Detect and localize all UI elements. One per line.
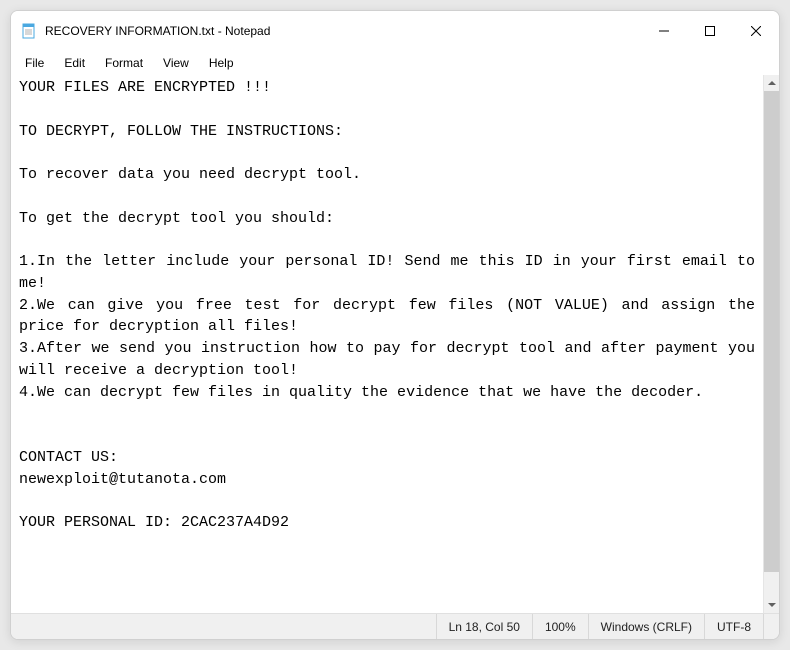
text-editor[interactable]: YOUR FILES ARE ENCRYPTED !!! TO DECRYPT,… [11,75,763,613]
status-zoom: 100% [532,614,588,639]
scroll-down-icon[interactable] [764,597,779,613]
scroll-thumb[interactable] [764,91,779,572]
status-line-ending: Windows (CRLF) [588,614,704,639]
menu-edit[interactable]: Edit [56,54,93,72]
vertical-scrollbar[interactable] [763,75,779,613]
statusbar: Ln 18, Col 50 100% Windows (CRLF) UTF-8 [11,613,779,639]
status-encoding: UTF-8 [704,614,763,639]
menu-format[interactable]: Format [97,54,151,72]
notepad-icon [21,23,37,39]
menu-help[interactable]: Help [201,54,242,72]
minimize-button[interactable] [641,11,687,51]
notepad-window: RECOVERY INFORMATION.txt - Notepad File … [10,10,780,640]
status-position: Ln 18, Col 50 [436,614,532,639]
window-title: RECOVERY INFORMATION.txt - Notepad [45,24,270,38]
content-area: YOUR FILES ARE ENCRYPTED !!! TO DECRYPT,… [11,75,779,613]
menu-file[interactable]: File [17,54,52,72]
window-controls [641,11,779,51]
titlebar[interactable]: RECOVERY INFORMATION.txt - Notepad [11,11,779,51]
close-button[interactable] [733,11,779,51]
scroll-track[interactable] [764,91,779,597]
menu-view[interactable]: View [155,54,197,72]
scroll-up-icon[interactable] [764,75,779,91]
maximize-button[interactable] [687,11,733,51]
menubar: File Edit Format View Help [11,51,779,75]
